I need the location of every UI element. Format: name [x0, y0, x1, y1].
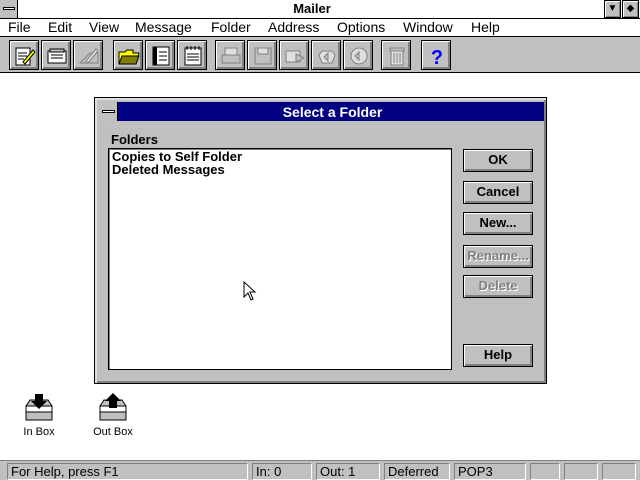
ok-button[interactable]: OK: [463, 149, 533, 172]
toolbar: ?: [0, 37, 640, 73]
svg-text:?: ?: [431, 47, 443, 67]
print-icon: [221, 47, 241, 64]
sign-button[interactable]: [73, 40, 103, 70]
reply-all-icon: [350, 47, 368, 65]
folders-listbox[interactable]: Copies to Self Folder Deleted Messages: [108, 148, 452, 370]
title-bar: Mailer ▼ ◆: [0, 0, 640, 19]
folder-item[interactable]: Deleted Messages: [112, 163, 225, 177]
inbox-caption: In Box: [23, 426, 55, 438]
print-button[interactable]: [215, 40, 245, 70]
folders-label: Folders: [111, 132, 158, 147]
status-protocol: POP3: [454, 463, 526, 480]
dialog-help-button[interactable]: Help: [463, 344, 533, 367]
maximize-button[interactable]: ◆: [622, 0, 639, 18]
menu-file[interactable]: File: [8, 19, 31, 36]
address-book-button[interactable]: [145, 40, 175, 70]
delete-button[interactable]: [381, 40, 411, 70]
help-button[interactable]: ?: [421, 40, 451, 70]
notepad-icon: [184, 46, 202, 66]
outbox-icon: [99, 393, 127, 421]
rename-button: Rename...: [463, 245, 533, 268]
minimize-button[interactable]: ▼: [604, 0, 621, 18]
menu-window[interactable]: Window: [403, 19, 453, 36]
status-panel-empty: [602, 463, 636, 480]
help-icon: ?: [431, 47, 443, 67]
outbox-caption: Out Box: [93, 426, 133, 438]
menu-address[interactable]: Address: [268, 19, 319, 36]
inbox-icon: [25, 394, 53, 421]
menu-folder[interactable]: Folder: [211, 19, 251, 36]
reply-all-button[interactable]: [343, 40, 373, 70]
status-panel-empty: [530, 463, 560, 480]
system-menu-button[interactable]: [0, 0, 18, 18]
forward-icon: [285, 50, 306, 63]
reply-icon: [318, 50, 336, 64]
inbox-shortcut[interactable]: In Box: [9, 392, 69, 438]
save-button[interactable]: [247, 40, 277, 70]
cancel-button[interactable]: Cancel: [463, 181, 533, 204]
delete-folder-button: Delete: [463, 275, 533, 298]
notepad-button[interactable]: [177, 40, 207, 70]
status-panel-empty: [564, 463, 598, 480]
status-out-count: Out: 1: [316, 463, 380, 480]
dialog-title-bar: Select a Folder: [99, 102, 544, 121]
status-mode: Deferred: [384, 463, 450, 480]
menu-view[interactable]: View: [89, 19, 119, 36]
status-help-text: For Help, press F1: [7, 463, 248, 480]
read-mail-icon: [47, 48, 67, 64]
menu-message[interactable]: Message: [135, 19, 192, 36]
reply-button[interactable]: [311, 40, 341, 70]
menu-edit[interactable]: Edit: [48, 19, 72, 36]
status-bar: For Help, press F1 In: 0 Out: 1 Deferred…: [0, 460, 640, 480]
outbox-shortcut[interactable]: Out Box: [83, 392, 143, 438]
menu-options[interactable]: Options: [337, 19, 385, 36]
save-icon: [254, 47, 272, 65]
menu-bar: File Edit View Message Folder Address Op…: [0, 19, 640, 37]
open-folder-button[interactable]: [113, 40, 143, 70]
read-mail-button[interactable]: [41, 40, 71, 70]
trash-icon: [389, 47, 405, 66]
open-folder-icon: [118, 49, 140, 65]
window-title: Mailer: [293, 1, 331, 16]
compose-icon: [15, 47, 36, 66]
status-in-count: In: 0: [252, 463, 312, 480]
forward-button[interactable]: [279, 40, 309, 70]
dialog-title: Select a Folder: [282, 104, 383, 120]
dialog-system-menu-button[interactable]: [99, 102, 118, 121]
mouse-cursor-icon: [243, 281, 257, 301]
select-folder-dialog: Select a Folder Folders Copies to Self F…: [94, 97, 547, 384]
compose-button[interactable]: [9, 40, 39, 70]
address-book-icon: [152, 46, 170, 66]
sign-icon: [78, 48, 99, 64]
menu-help[interactable]: Help: [471, 19, 500, 36]
new-button[interactable]: New...: [463, 212, 533, 235]
